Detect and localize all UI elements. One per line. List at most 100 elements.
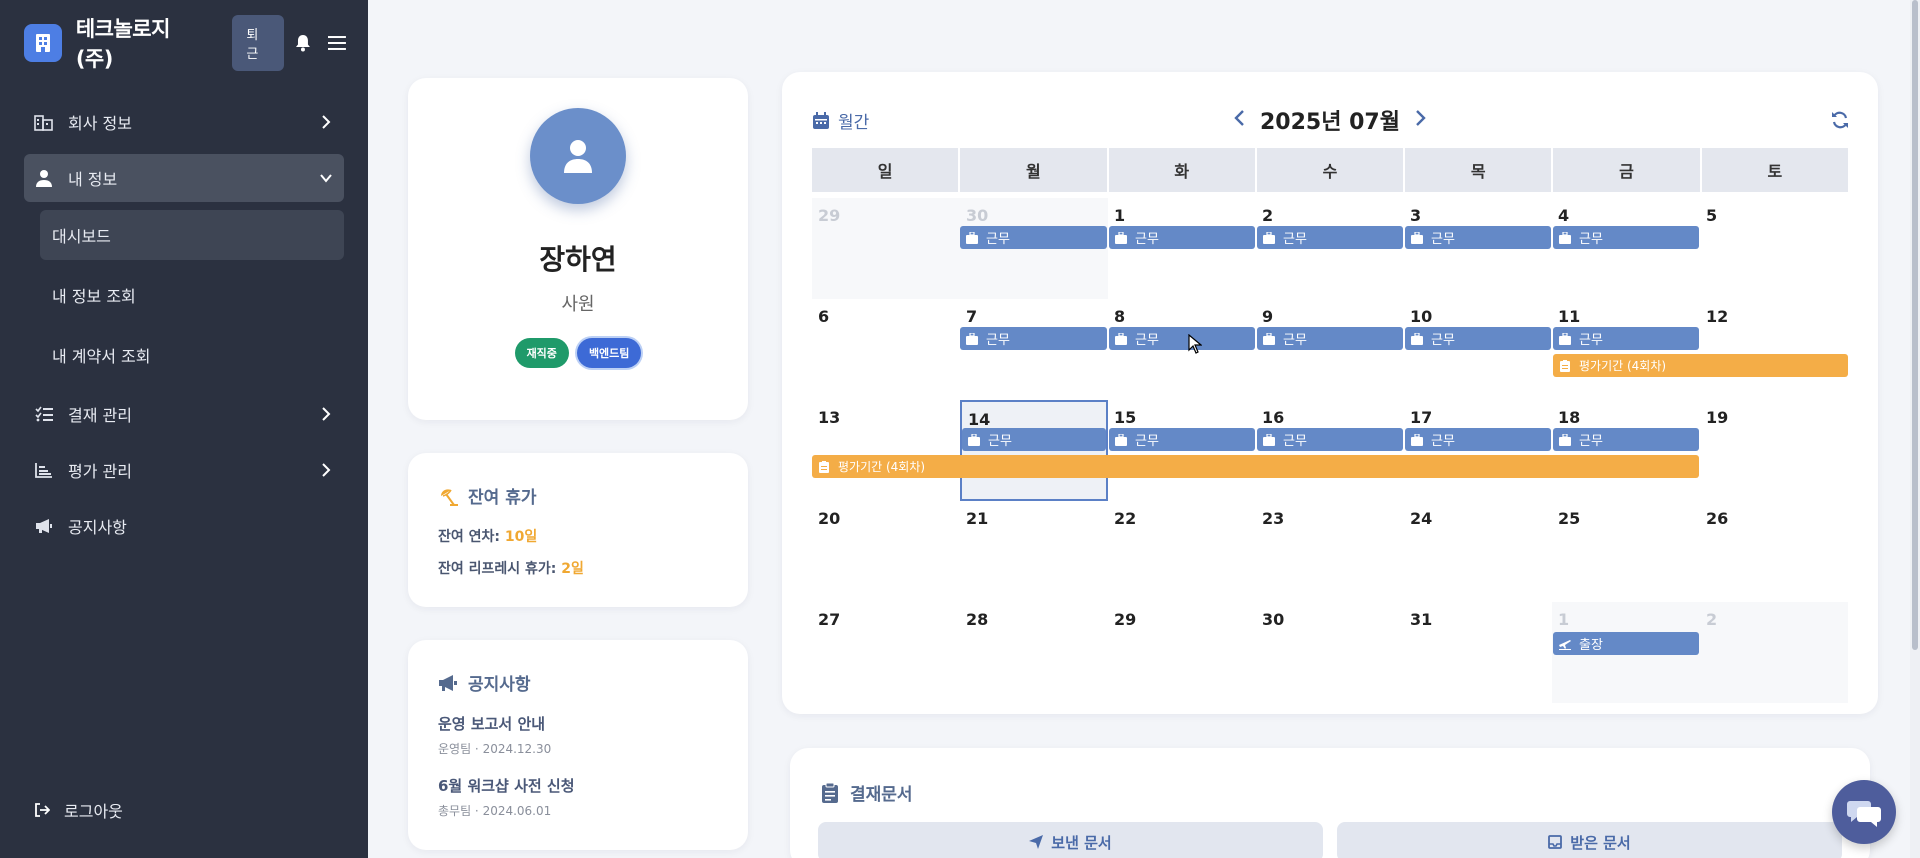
- calendar-day-cell[interactable]: 26: [1700, 501, 1848, 602]
- notice-item-title[interactable]: 6월 워크샵 사전 신청: [438, 775, 718, 796]
- notice-title: 공지사항: [438, 670, 718, 695]
- notice-item[interactable]: 6월 워크샵 사전 신청 총무팀 · 2024.06.01: [438, 775, 718, 819]
- sidebar-subitem-dashboard[interactable]: 대시보드: [40, 210, 344, 260]
- calendar-day-cell[interactable]: 19: [1700, 400, 1848, 501]
- chat-bubbles-icon: [1847, 801, 1881, 827]
- sidebar-item-label: 결재 관리: [68, 406, 132, 425]
- calendar-day-cell[interactable]: 23: [1256, 501, 1404, 602]
- calendar-day-cell[interactable]: 22: [1108, 501, 1256, 602]
- day-number: 31: [1410, 610, 1433, 629]
- day-number: 2: [1262, 206, 1274, 225]
- calendar-day-cell[interactable]: 5: [1700, 198, 1848, 299]
- briefcase-icon: [1115, 332, 1127, 345]
- bell-icon[interactable]: [294, 34, 312, 52]
- calendar-day-cell[interactable]: 28: [960, 602, 1108, 703]
- work-event[interactable]: 근무: [1257, 327, 1403, 350]
- sidebar-item-approval[interactable]: 결재 관리: [24, 390, 344, 438]
- approval-tabs: 보낸 문서 받은 문서: [818, 822, 1842, 858]
- sidebar-item-evaluation[interactable]: 평가 관리: [24, 446, 344, 494]
- evaluation-period-event[interactable]: 평가기간 (4회차): [812, 455, 1699, 478]
- building-icon: [35, 34, 50, 52]
- company-logo[interactable]: [24, 24, 62, 62]
- work-event[interactable]: 근무: [1109, 327, 1255, 350]
- refresh-leave-label: 잔여 리프레시 휴가:: [438, 561, 557, 577]
- notice-item[interactable]: 운영 보고서 안내 운영팀 · 2024.12.30: [438, 713, 718, 757]
- work-event[interactable]: 근무: [1405, 327, 1551, 350]
- calendar-day-cell[interactable]: 20: [812, 501, 960, 602]
- day-number: 9: [1262, 307, 1274, 326]
- calendar-day-cell[interactable]: 30: [1256, 602, 1404, 703]
- work-event[interactable]: 근무: [1405, 428, 1551, 451]
- day-number: 20: [818, 509, 841, 528]
- calendar-day-cell[interactable]: 6: [812, 299, 960, 400]
- scrollbar-thumb[interactable]: [1912, 0, 1918, 650]
- calendar-day-cell[interactable]: 24: [1404, 501, 1552, 602]
- logout-button[interactable]: 로그아웃: [34, 798, 123, 822]
- sidebar-nav: 회사 정보 내 정보 대시보드 내 정보 조회 내 계약서 조회 결재 관리 평…: [24, 98, 344, 558]
- day-number: 6: [818, 307, 830, 326]
- clipboard-icon: [819, 460, 829, 473]
- work-event[interactable]: 근무: [1553, 327, 1699, 350]
- tab-received-documents[interactable]: 받은 문서: [1337, 822, 1842, 858]
- event-label: 근무: [1135, 333, 1159, 348]
- work-event[interactable]: 근무: [1109, 428, 1255, 451]
- work-event[interactable]: 근무: [960, 327, 1107, 350]
- work-event[interactable]: 근무: [1109, 226, 1255, 249]
- work-event[interactable]: 근무: [1257, 226, 1403, 249]
- briefcase-icon: [1263, 332, 1275, 345]
- work-event[interactable]: 근무: [1553, 226, 1699, 249]
- work-event[interactable]: 근무: [1553, 428, 1699, 451]
- work-event[interactable]: 근무: [962, 428, 1106, 451]
- weekday-mon: 월: [960, 148, 1109, 192]
- calendar-day-cell[interactable]: 12: [1700, 299, 1848, 400]
- tab-sent-documents[interactable]: 보낸 문서: [818, 822, 1323, 858]
- page-scrollbar[interactable]: [1910, 0, 1920, 858]
- checkout-button[interactable]: 퇴근: [232, 15, 285, 71]
- approval-title-text: 결재문서: [850, 785, 913, 805]
- sidebar-item-notice[interactable]: 공지사항: [24, 502, 344, 550]
- chatbot-button[interactable]: [1832, 780, 1896, 844]
- logout-label: 로그아웃: [64, 802, 123, 821]
- calendar-day-cell[interactable]: 2: [1700, 602, 1848, 703]
- event-label: 근무: [1431, 434, 1455, 449]
- business-trip-event[interactable]: 출장: [1553, 632, 1699, 655]
- briefcase-icon: [1559, 433, 1571, 446]
- sidebar-item-my-info[interactable]: 내 정보: [24, 154, 344, 202]
- briefcase-icon: [1115, 433, 1127, 446]
- calendar-day-cell[interactable]: 31: [1404, 602, 1552, 703]
- sidebar-item-company-info[interactable]: 회사 정보: [24, 98, 344, 146]
- event-label: 근무: [1135, 434, 1159, 449]
- work-event[interactable]: 근무: [960, 226, 1107, 249]
- calendar-day-cell[interactable]: 29: [812, 198, 960, 299]
- sidebar: 테크놀로지(주) 퇴근 회사 정보 내 정보 대시보드 내 정보 조회 내 계약…: [0, 0, 368, 858]
- evaluation-period-event[interactable]: 평가기간 (4회차): [1553, 354, 1848, 377]
- day-number: 3: [1410, 206, 1422, 225]
- event-label: 근무: [1579, 232, 1603, 247]
- tab-label: 받은 문서: [1570, 833, 1631, 852]
- day-number: 22: [1114, 509, 1137, 528]
- approval-card: 결재문서 보낸 문서 받은 문서: [790, 748, 1870, 858]
- calendar-day-cell[interactable]: 29: [1108, 602, 1256, 703]
- sidebar-item-label: 회사 정보: [68, 114, 132, 133]
- refresh-icon[interactable]: [1830, 110, 1850, 130]
- weekday-wed: 수: [1257, 148, 1406, 192]
- event-label: 근무: [986, 333, 1010, 348]
- hamburger-menu-icon[interactable]: [328, 35, 347, 51]
- work-event[interactable]: 근무: [1405, 226, 1551, 249]
- checklist-icon: [35, 406, 53, 422]
- calendar-day-cell[interactable]: 13: [812, 400, 960, 501]
- sidebar-subitem-view-my-info[interactable]: 내 정보 조회: [24, 270, 344, 320]
- chevron-right-icon: [322, 115, 331, 129]
- day-number: 28: [966, 610, 989, 629]
- work-event[interactable]: 근무: [1257, 428, 1403, 451]
- briefcase-icon: [1263, 433, 1275, 446]
- briefcase-icon: [966, 231, 978, 244]
- calendar-day-cell[interactable]: 21: [960, 501, 1108, 602]
- calendar-day-cell[interactable]: 27: [812, 602, 960, 703]
- sidebar-subitem-view-contract[interactable]: 내 계약서 조회: [24, 330, 344, 380]
- notice-item-title[interactable]: 운영 보고서 안내: [438, 713, 718, 734]
- sidebar-item-label: 내 정보: [68, 170, 118, 189]
- calendar-day-cell[interactable]: 25: [1552, 501, 1700, 602]
- next-month-icon[interactable]: [1410, 108, 1430, 128]
- profile-rank: 사원: [561, 294, 595, 315]
